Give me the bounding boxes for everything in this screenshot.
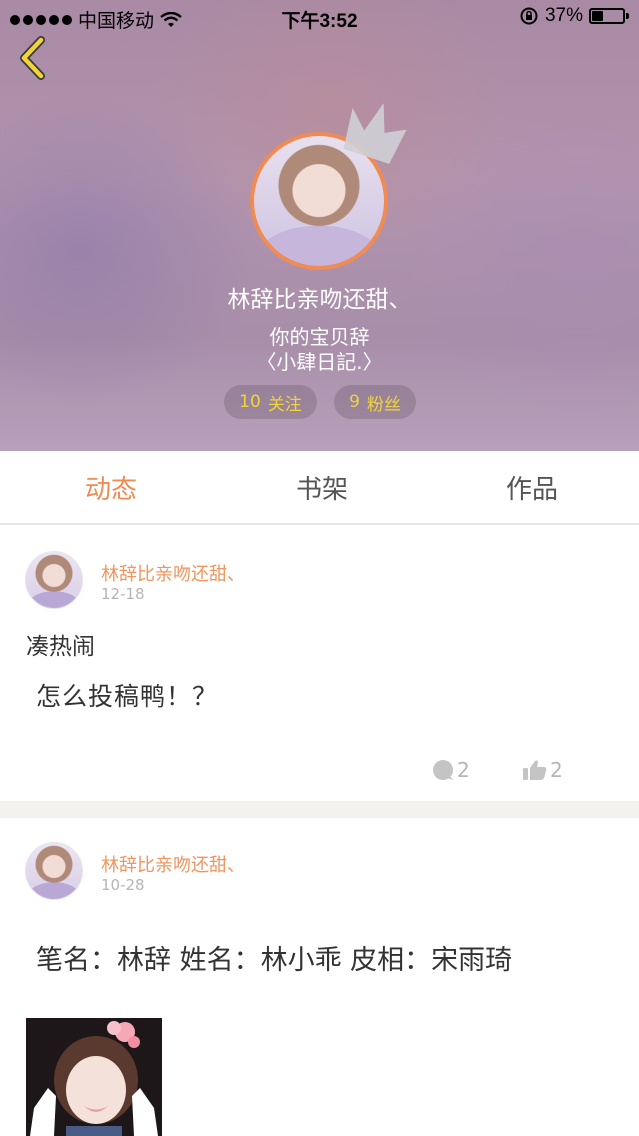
post-body: 怎么投稿鸭！？ xyxy=(36,682,219,711)
post-avatar[interactable] xyxy=(25,551,83,609)
tab-feed[interactable]: 动态 xyxy=(85,469,137,506)
feed-post[interactable]: 林辞比亲吻还甜、 10-28 笔名：林辞 姓名：林小乖 皮相：宋雨琦 xyxy=(0,818,639,1136)
post-date: 10-28 xyxy=(101,876,145,894)
battery-icon xyxy=(589,6,631,26)
following-button[interactable]: 10 关注 xyxy=(224,385,317,419)
comment-icon xyxy=(433,760,454,780)
tab-works[interactable]: 作品 xyxy=(506,469,558,506)
fans-button[interactable]: 9 粉丝 xyxy=(334,385,416,419)
profile-avatar-wrap[interactable] xyxy=(250,103,407,270)
post-body: 笔名：林辞 姓名：林小乖 皮相：宋雨琦 xyxy=(36,945,513,976)
fans-label: 粉丝 xyxy=(366,394,401,415)
comment-count: 2 xyxy=(457,758,470,782)
profile-nickname: 林辞比亲吻还甜、 xyxy=(227,287,412,313)
post-date: 12-18 xyxy=(101,585,145,603)
post-author[interactable]: 林辞比亲吻还甜、 xyxy=(101,851,245,877)
like-count: 2 xyxy=(550,758,563,782)
crown-icon xyxy=(343,103,407,164)
thumbs-up-icon xyxy=(523,760,547,780)
like-button[interactable]: 2 xyxy=(522,758,563,782)
profile-tabs: 动态 书架 作品 xyxy=(0,451,639,525)
profile-signature-line2: 〈小肆日記.〉 xyxy=(256,350,383,374)
following-count: 10 xyxy=(239,392,261,412)
back-arrow-icon[interactable] xyxy=(14,34,54,82)
status-bar: 中国移动 下午3:52 37% xyxy=(0,0,639,36)
comment-button[interactable]: 2 xyxy=(431,758,470,782)
post-image[interactable] xyxy=(26,1018,162,1136)
post-title: 凑热闹 xyxy=(26,634,95,660)
rotation-lock-icon xyxy=(520,7,538,25)
post-avatar[interactable] xyxy=(25,842,83,900)
status-right: 37% xyxy=(519,5,631,27)
feed-divider xyxy=(0,801,639,818)
post-author[interactable]: 林辞比亲吻还甜、 xyxy=(101,560,245,586)
battery-percent: 37% xyxy=(544,5,583,26)
following-label: 关注 xyxy=(267,394,302,415)
feed-post[interactable]: 林辞比亲吻还甜、 12-18 凑热闹 怎么投稿鸭！？ 2 2 xyxy=(0,527,639,801)
profile-header: 中国移动 下午3:52 37% 林辞比亲吻还甜、 你的宝贝辞 〈小肆日記.〉 1… xyxy=(0,0,639,451)
tab-bookshelf[interactable]: 书架 xyxy=(296,469,348,506)
post-photo xyxy=(26,1018,162,1136)
fans-count: 9 xyxy=(349,392,360,412)
